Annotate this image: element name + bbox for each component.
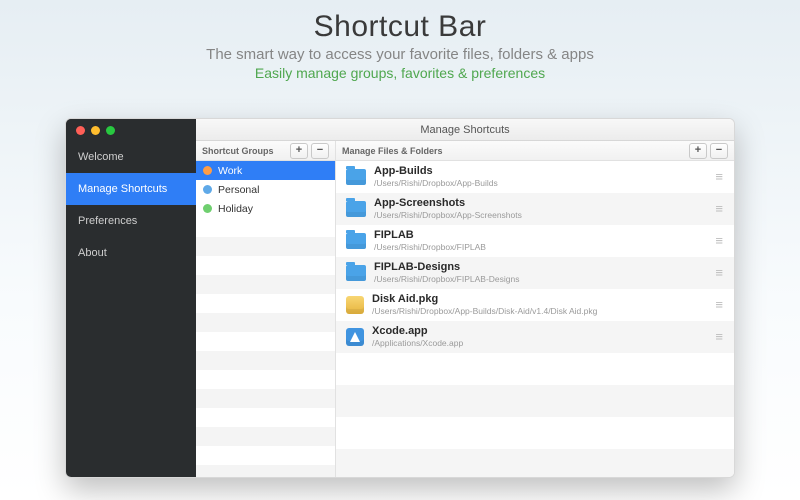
content: Manage Shortcuts Shortcut Groups + − Wor… [196, 119, 734, 477]
groups-panel: Shortcut Groups + − Work Personal Holiday [196, 141, 336, 478]
sidebar-item-manage-shortcuts[interactable]: Manage Shortcuts [66, 173, 196, 205]
file-texts: FIPLAB-Designs/Users/Rishi/Dropbox/FIPLA… [374, 261, 702, 285]
window-title: Manage Shortcuts [196, 119, 734, 141]
file-row[interactable]: Disk Aid.pkg/Users/Rishi/Dropbox/App-Bui… [336, 289, 734, 321]
group-label: Holiday [218, 203, 253, 215]
file-name: Xcode.app [372, 325, 702, 338]
file-path: /Users/Rishi/Dropbox/FIPLAB [374, 242, 702, 253]
sidebar-item-preferences[interactable]: Preferences [66, 205, 196, 237]
drag-handle-icon[interactable]: ≡ [710, 204, 724, 214]
add-file-button[interactable]: + [689, 143, 707, 159]
sidebar-item-about[interactable]: About [66, 237, 196, 269]
folder-icon [346, 233, 366, 249]
group-list: Work Personal Holiday [196, 161, 335, 478]
folder-icon [346, 169, 366, 185]
drag-handle-icon[interactable]: ≡ [710, 172, 724, 182]
files-heading: Manage Files & Folders [342, 146, 689, 156]
drag-handle-icon[interactable]: ≡ [710, 268, 724, 278]
groups-header: Shortcut Groups + − [196, 141, 335, 161]
minimize-icon[interactable] [91, 126, 100, 135]
file-texts: Xcode.app/Applications/Xcode.app [372, 325, 702, 349]
hero-subtitle: The smart way to access your favorite fi… [0, 46, 800, 63]
folder-icon [346, 201, 366, 217]
file-row[interactable]: App-Builds/Users/Rishi/Dropbox/App-Build… [336, 161, 734, 193]
group-color-icon [203, 204, 212, 213]
file-name: App-Builds [374, 165, 702, 178]
package-icon [346, 296, 364, 314]
app-window: WelcomeManage ShortcutsPreferencesAbout … [65, 118, 735, 478]
hero-title: Shortcut Bar [0, 10, 800, 44]
group-row[interactable]: Holiday [196, 199, 335, 218]
group-row[interactable]: Work [196, 161, 335, 180]
file-name: FIPLAB-Designs [374, 261, 702, 274]
zoom-icon[interactable] [106, 126, 115, 135]
sidebar-item-welcome[interactable]: Welcome [66, 141, 196, 173]
traffic-lights [66, 119, 196, 141]
file-list: App-Builds/Users/Rishi/Dropbox/App-Build… [336, 161, 734, 478]
file-row[interactable]: FIPLAB/Users/Rishi/Dropbox/FIPLAB ≡ [336, 225, 734, 257]
file-texts: App-Builds/Users/Rishi/Dropbox/App-Build… [374, 165, 702, 189]
sidebar: WelcomeManage ShortcutsPreferencesAbout [66, 119, 196, 477]
file-texts: FIPLAB/Users/Rishi/Dropbox/FIPLAB [374, 229, 702, 253]
file-texts: App-Screenshots/Users/Rishi/Dropbox/App-… [374, 197, 702, 221]
sidebar-nav: WelcomeManage ShortcutsPreferencesAbout [66, 141, 196, 269]
file-path: /Users/Rishi/Dropbox/App-Screenshots [374, 210, 702, 221]
file-name: FIPLAB [374, 229, 702, 242]
file-row[interactable]: Xcode.app/Applications/Xcode.app ≡ [336, 321, 734, 353]
group-row[interactable]: Personal [196, 180, 335, 199]
folder-icon [346, 265, 366, 281]
group-color-icon [203, 166, 212, 175]
file-row[interactable]: App-Screenshots/Users/Rishi/Dropbox/App-… [336, 193, 734, 225]
app-icon [346, 328, 364, 346]
file-name: App-Screenshots [374, 197, 702, 210]
drag-handle-icon[interactable]: ≡ [710, 300, 724, 310]
groups-heading: Shortcut Groups [202, 146, 290, 156]
drag-handle-icon[interactable]: ≡ [710, 332, 724, 342]
hero-tagline: Easily manage groups, favorites & prefer… [0, 65, 800, 81]
group-color-icon [203, 185, 212, 194]
file-row[interactable]: FIPLAB-Designs/Users/Rishi/Dropbox/FIPLA… [336, 257, 734, 289]
file-name: Disk Aid.pkg [372, 293, 702, 306]
file-path: /Applications/Xcode.app [372, 338, 702, 349]
hero: Shortcut Bar The smart way to access you… [0, 0, 800, 81]
close-icon[interactable] [76, 126, 85, 135]
files-panel: Manage Files & Folders + − App-Builds/Us… [336, 141, 734, 478]
files-header: Manage Files & Folders + − [336, 141, 734, 161]
group-label: Work [218, 165, 242, 177]
file-path: /Users/Rishi/Dropbox/App-Builds [374, 178, 702, 189]
file-texts: Disk Aid.pkg/Users/Rishi/Dropbox/App-Bui… [372, 293, 702, 317]
remove-group-button[interactable]: − [311, 143, 329, 159]
file-path: /Users/Rishi/Dropbox/App-Builds/Disk-Aid… [372, 306, 702, 317]
file-path: /Users/Rishi/Dropbox/FIPLAB-Designs [374, 274, 702, 285]
panels: Shortcut Groups + − WorkPersonalHoliday … [196, 141, 734, 478]
drag-handle-icon[interactable]: ≡ [710, 236, 724, 246]
add-group-button[interactable]: + [290, 143, 308, 159]
group-label: Personal [218, 184, 259, 196]
remove-file-button[interactable]: − [710, 143, 728, 159]
